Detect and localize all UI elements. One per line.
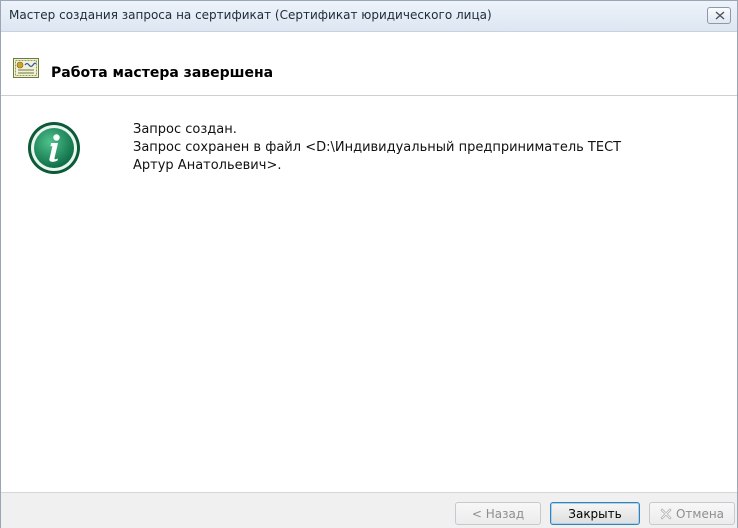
close-button-label: Закрыть — [568, 506, 622, 521]
close-icon — [715, 11, 725, 20]
close-button[interactable]: Закрыть — [550, 502, 640, 525]
window-close-button[interactable] — [707, 7, 731, 24]
title-bar[interactable]: Мастер создания запроса на сертификат (С… — [1, 1, 737, 32]
info-icon — [28, 122, 80, 174]
cancel-button-label: Отмена — [675, 506, 725, 521]
wizard-footer: < Назад Закрыть Отмена — [1, 492, 737, 528]
cancel-button[interactable]: Отмена — [649, 502, 735, 525]
wizard-header: Работа мастера завершена — [1, 32, 737, 96]
wizard-window: Мастер создания запроса на сертификат (С… — [0, 0, 738, 528]
message-line: Артур Анатольевич>. — [133, 158, 282, 173]
back-button[interactable]: < Назад — [455, 502, 541, 525]
message-line: Запрос создан. — [133, 122, 237, 137]
back-button-label: < Назад — [471, 506, 525, 521]
wizard-content: Запрос создан. Запрос сохранен в файл <D… — [1, 96, 737, 492]
message-line: Запрос сохранен в файл <D:\Индивидуальны… — [133, 140, 622, 155]
window-title: Мастер создания запроса на сертификат (С… — [9, 8, 492, 22]
cancel-x-icon — [660, 508, 672, 519]
header-title: Работа мастера завершена — [51, 65, 274, 81]
result-message: Запрос создан. Запрос сохранен в файл <D… — [133, 121, 621, 175]
certificate-icon — [13, 58, 39, 78]
